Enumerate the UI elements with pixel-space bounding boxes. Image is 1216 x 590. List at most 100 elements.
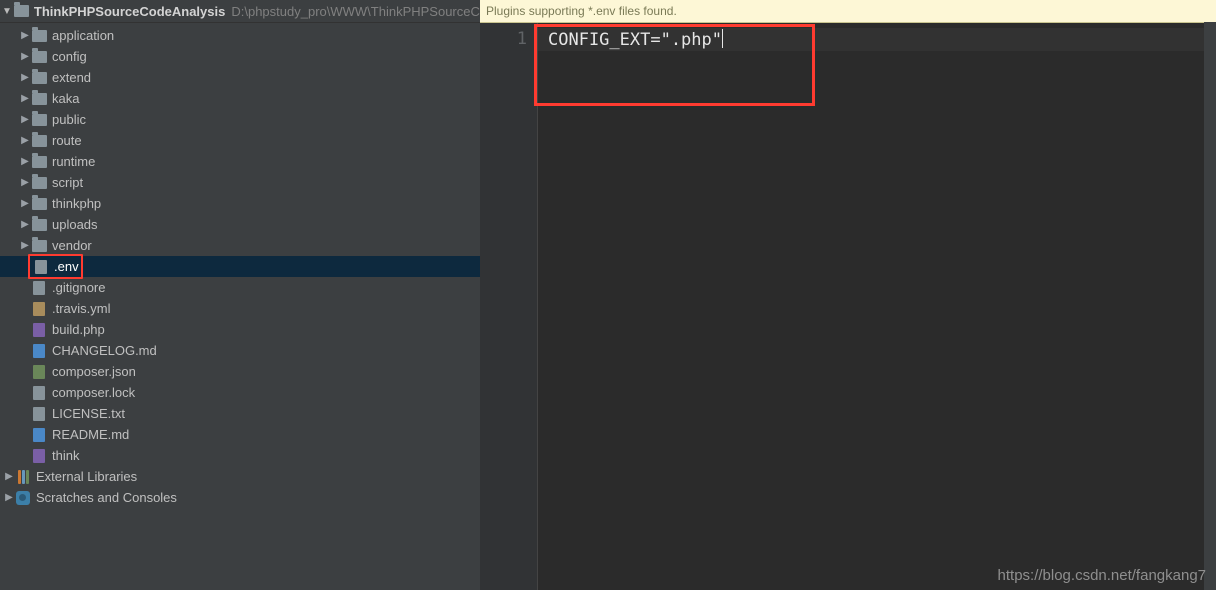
tree-folder[interactable]: ▶ kaka: [0, 88, 480, 109]
tree-file[interactable]: ▶ think: [0, 445, 480, 466]
spacer: ▶: [20, 298, 30, 319]
tree-folder[interactable]: ▶ public: [0, 109, 480, 130]
line-gutter[interactable]: 1: [480, 23, 538, 590]
project-name[interactable]: ThinkPHPSourceCodeAnalysis: [34, 4, 225, 19]
tree-item-label: .gitignore: [52, 277, 105, 298]
tree-folder[interactable]: ▶ extend: [0, 67, 480, 88]
folder-icon: [30, 177, 48, 189]
tree-item-label: README.md: [52, 424, 129, 445]
notice-text: Plugins supporting *.env files found.: [486, 4, 677, 18]
editor-scrollbar[interactable]: [1204, 22, 1216, 590]
tree-item-label: application: [52, 25, 114, 46]
chevron-right-icon[interactable]: ▶: [20, 109, 30, 130]
tree-folder[interactable]: ▶vendor: [0, 235, 480, 256]
tree-folder[interactable]: ▶ config: [0, 46, 480, 67]
spacer: ▶: [20, 445, 30, 466]
tree-file[interactable]: ▶LICENSE.txt: [0, 403, 480, 424]
file-icon: [30, 281, 48, 295]
tree-file[interactable]: ▶ build.php: [0, 319, 480, 340]
chevron-right-icon[interactable]: ▶: [20, 88, 30, 109]
chevron-right-icon[interactable]: ▶: [20, 151, 30, 172]
tree-item-label: CHANGELOG.md: [52, 340, 157, 361]
tree-folder[interactable]: ▶ route: [0, 130, 480, 151]
yml-file-icon: [30, 302, 48, 316]
scratch-icon: [14, 491, 32, 505]
code-line-1[interactable]: CONFIG_EXT=".php": [548, 29, 722, 52]
tree-item-label: Scratches and Consoles: [36, 487, 177, 508]
tree-folder[interactable]: ▶uploads: [0, 214, 480, 235]
tree-item-label: kaka: [52, 88, 79, 109]
folder-icon: [30, 72, 48, 84]
code-area: 1 CONFIG_EXT=".php": [480, 23, 1216, 590]
spacer: ▶: [20, 424, 30, 445]
spacer: ▶: [20, 340, 30, 361]
tree-file[interactable]: ▶composer.json: [0, 361, 480, 382]
chevron-right-icon[interactable]: ▶: [20, 25, 30, 46]
code-editor[interactable]: CONFIG_EXT=".php": [538, 23, 1216, 590]
tree-item-label: route: [52, 130, 82, 151]
tree-file[interactable]: ▶ .travis.yml: [0, 298, 480, 319]
folder-icon: [30, 156, 48, 168]
tree-item-label: .env: [54, 256, 79, 277]
spacer: ▶: [20, 403, 30, 424]
tree-external-libraries[interactable]: ▶ External Libraries: [0, 466, 480, 487]
tree-scratches[interactable]: ▶ Scratches and Consoles: [0, 487, 480, 508]
chevron-right-icon[interactable]: ▶: [4, 466, 14, 487]
line-number[interactable]: 1: [480, 29, 527, 49]
folder-icon: [30, 240, 48, 252]
project-tree[interactable]: ▶ application ▶ config ▶ extend ▶ kaka ▶ publ…: [0, 23, 480, 590]
breadcrumb[interactable]: ▼ ThinkPHPSourceCodeAnalysis D:\phpstudy…: [0, 0, 480, 23]
tree-folder[interactable]: ▶ script: [0, 172, 480, 193]
tree-folder[interactable]: ▶ runtime: [0, 151, 480, 172]
tree-file[interactable]: ▶ README.md: [0, 424, 480, 445]
file-icon: [30, 386, 48, 400]
tree-folder[interactable]: ▶ application: [0, 25, 480, 46]
chevron-right-icon[interactable]: ▶: [20, 172, 30, 193]
app-root: ▼ ThinkPHPSourceCodeAnalysis D:\phpstudy…: [0, 0, 1216, 590]
text-cursor: [722, 29, 723, 48]
tree-file-env[interactable]: ▶ .env: [0, 256, 480, 277]
folder-icon: [30, 51, 48, 63]
tree-item-label: External Libraries: [36, 466, 137, 487]
php-file-icon: [30, 449, 48, 463]
md-file-icon: [30, 344, 48, 358]
chevron-down-icon[interactable]: ▼: [2, 6, 12, 17]
tree-item-label: build.php: [52, 319, 105, 340]
tree-file[interactable]: ▶ .gitignore: [0, 277, 480, 298]
chevron-right-icon[interactable]: ▶: [20, 193, 30, 214]
tree-item-label: thinkphp: [52, 193, 101, 214]
tree-item-label: .travis.yml: [52, 298, 111, 319]
plugin-notice-bar[interactable]: Plugins supporting *.env files found.: [480, 0, 1216, 23]
folder-icon: [30, 114, 48, 126]
tree-item-label: composer.lock: [52, 382, 135, 403]
tree-item-label: extend: [52, 67, 91, 88]
folder-icon: [30, 135, 48, 147]
tree-item-label: public: [52, 109, 86, 130]
editor-pane: Plugins supporting *.env files found. 1 …: [480, 0, 1216, 590]
tree-file[interactable]: ▶ CHANGELOG.md: [0, 340, 480, 361]
chevron-right-icon[interactable]: ▶: [20, 214, 30, 235]
watermark-text: https://blog.csdn.net/fangkang7: [998, 567, 1206, 584]
project-sidebar: ▼ ThinkPHPSourceCodeAnalysis D:\phpstudy…: [0, 0, 480, 590]
php-file-icon: [30, 323, 48, 337]
chevron-right-icon[interactable]: ▶: [20, 46, 30, 67]
folder-icon: [30, 93, 48, 105]
spacer: ▶: [20, 319, 30, 340]
tree-item-label: script: [52, 172, 83, 193]
chevron-right-icon[interactable]: ▶: [20, 235, 30, 256]
chevron-right-icon[interactable]: ▶: [20, 67, 30, 88]
md-file-icon: [30, 428, 48, 442]
tree-item-label: config: [52, 46, 87, 67]
tree-item-label: runtime: [52, 151, 95, 172]
folder-icon: [30, 30, 48, 42]
spacer: ▶: [20, 277, 30, 298]
folder-icon: [30, 219, 48, 231]
spacer: ▶: [20, 382, 30, 403]
chevron-right-icon[interactable]: ▶: [20, 130, 30, 151]
tree-item-label: think: [52, 445, 79, 466]
tree-folder[interactable]: ▶ thinkphp: [0, 193, 480, 214]
chevron-right-icon[interactable]: ▶: [4, 487, 14, 508]
json-file-icon: [30, 365, 48, 379]
folder-icon: [14, 5, 29, 18]
tree-file[interactable]: ▶ composer.lock: [0, 382, 480, 403]
